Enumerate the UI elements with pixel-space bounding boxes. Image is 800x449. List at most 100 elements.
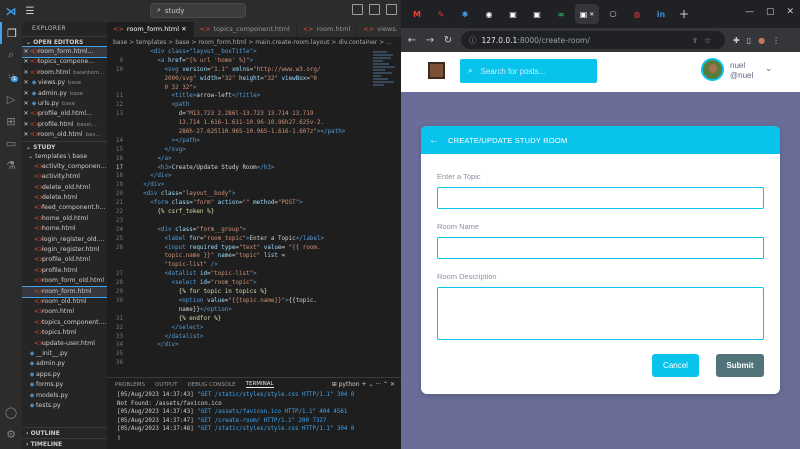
share-bookmark-icons[interactable]: ⇪☆ — [692, 36, 717, 45]
open-editor-item[interactable]: ✕ ◆ views.py base — [22, 78, 107, 88]
file-tree-item[interactable]: <> delete.html — [22, 193, 107, 203]
command-center-search[interactable]: ⌕ study — [150, 3, 246, 18]
manage-gear-icon[interactable]: ⚙ — [0, 423, 22, 445]
file-tree-item[interactable]: <> activity.html — [22, 172, 107, 182]
editor-tab[interactable]: <> room_form.html ✕ — [107, 22, 194, 37]
close-editor-icon[interactable]: ✕ — [22, 47, 30, 57]
open-editor-item[interactable]: ✕ ◆ urls.py base — [22, 99, 107, 109]
reading-list-icon[interactable]: ▯ — [747, 36, 751, 45]
file-tree-item[interactable]: <> topics_component.... — [22, 318, 107, 328]
file-tree-item[interactable]: <> home.html — [22, 224, 107, 234]
close-editor-icon[interactable]: ✕ — [22, 68, 30, 78]
editor-tab[interactable]: <> room.html — [296, 22, 358, 37]
browser-tab[interactable]: ▣ — [527, 4, 547, 24]
room-description-textarea[interactable] — [437, 287, 764, 340]
open-editors-header[interactable]: ⌄ OPEN EDITORS — [22, 36, 107, 47]
file-tree-item[interactable]: <> login_register.html — [22, 245, 107, 255]
search-view-icon[interactable]: ⌕ — [0, 44, 22, 66]
source-control-icon[interactable]: ⑂1 — [0, 66, 22, 88]
user-avatar[interactable] — [701, 58, 724, 81]
file-tree-item[interactable]: <> topics.html — [22, 328, 107, 338]
terminal-cursor[interactable]: ▯ — [107, 434, 401, 443]
testing-icon[interactable]: ⚗ — [0, 154, 22, 176]
file-tree-item[interactable]: <> activity_componen... — [22, 162, 107, 172]
user-menu[interactable]: nuel @nuel — [730, 61, 753, 81]
arrow-left-icon[interactable]: ← — [429, 135, 439, 146]
menu-icon[interactable]: ☰ — [22, 6, 38, 17]
project-header[interactable]: ⌄ STUDY — [22, 140, 107, 152]
file-tree-item[interactable]: <> feed_component.h... — [22, 203, 107, 213]
back-arrow-icon[interactable]: ← — [407, 35, 417, 46]
open-editor-item[interactable]: ✕ <> profile_old.html... — [22, 109, 107, 119]
browser-tab[interactable]: ⎔ — [603, 4, 623, 24]
browser-menu-icon[interactable]: ⋮ — [772, 36, 780, 45]
file-tree-item[interactable]: <> delete_old.html — [22, 183, 107, 193]
extensions-icon[interactable]: ⊞ — [0, 110, 22, 132]
file-tree-item[interactable]: <> login_register_old.... — [22, 235, 107, 245]
browser-tab[interactable]: ∞ — [551, 4, 571, 24]
close-editor-icon[interactable]: ✕ — [22, 120, 30, 130]
new-tab-icon[interactable]: + — [679, 7, 689, 21]
file-tree-item[interactable]: <> update-user.html — [22, 339, 107, 349]
accounts-icon[interactable]: ◯ — [0, 401, 22, 423]
remote-explorer-icon[interactable]: ▭ — [0, 132, 22, 154]
run-debug-icon[interactable]: ▷ — [0, 88, 22, 110]
site-logo[interactable] — [428, 62, 445, 79]
browser-tab[interactable]: in — [651, 4, 671, 24]
breadcrumb[interactable]: base > templates > base > room_form.html… — [107, 37, 401, 48]
explorer-icon[interactable]: ❐ — [0, 22, 22, 44]
browser-tab[interactable]: ▣ ✕ — [575, 4, 599, 24]
close-tab-icon[interactable]: ✕ — [589, 11, 594, 18]
reload-icon[interactable]: ↻ — [443, 35, 453, 46]
file-tree-item[interactable]: ◆ __init__.py — [22, 349, 107, 359]
open-editor-item[interactable]: ✕ <> room_old.html bas... — [22, 130, 107, 140]
submit-button[interactable]: Submit — [716, 354, 764, 377]
toggle-secondary-sidebar-icon[interactable] — [386, 4, 397, 15]
browser-tab[interactable]: ✱ — [455, 4, 475, 24]
terminal-output[interactable]: [05/Aug/2023 14:37:43] "GET /static/styl… — [107, 391, 401, 443]
extensions-puzzle-icon[interactable]: ✚ — [733, 36, 740, 45]
file-tree-item[interactable]: <> room_old.html — [22, 297, 107, 307]
profile-avatar-icon[interactable]: ● — [758, 36, 765, 45]
chevron-down-icon[interactable]: ⌄ — [765, 64, 773, 74]
file-tree-item[interactable]: <> profile_old.html — [22, 255, 107, 265]
file-tree-item[interactable]: ◆ tests.py — [22, 401, 107, 411]
editor-tab[interactable]: <> topics_component.html — [193, 22, 297, 37]
editor-tab[interactable]: <> views. — [357, 22, 401, 37]
close-editor-icon[interactable]: ✕ — [22, 130, 30, 140]
file-tree-item[interactable]: ◆ apps.py — [22, 370, 107, 380]
open-editor-item[interactable]: ✕ <> profile.html base\... — [22, 120, 107, 130]
terminal-tools[interactable]: ⊞ python + ⌄ ··· ⌃ ✕ — [332, 381, 401, 388]
post-search-bar[interactable]: ⌕ — [460, 59, 597, 83]
file-tree-item[interactable]: <> room_form.html — [22, 285, 107, 299]
open-editor-item[interactable]: ✕ ◆ admin.py base — [22, 89, 107, 99]
open-editor-item[interactable]: ✕ <> room.html base\tem... — [22, 68, 107, 78]
browser-tab[interactable]: ◍ — [627, 4, 647, 24]
templates-folder[interactable]: ⌄ templates \ base — [22, 152, 107, 162]
site-info-icon[interactable]: ⓘ — [469, 35, 477, 46]
cancel-button[interactable]: Cancel — [652, 354, 699, 377]
code-editor[interactable]: <> room_form.html ✕ <> topics_component.htm… — [107, 22, 401, 377]
code-area[interactable]: <div class="layout__boxTitle"> 9 <a href=… — [107, 48, 401, 368]
file-tree-item[interactable]: ◆ models.py — [22, 391, 107, 401]
file-tree-item[interactable]: <> room_form_old.html — [22, 276, 107, 286]
minimap[interactable] — [373, 50, 395, 120]
close-window-icon[interactable]: ✕ — [786, 7, 794, 17]
toggle-panel-icon[interactable] — [369, 4, 380, 15]
forward-arrow-icon[interactable]: → — [425, 35, 435, 46]
outline-header[interactable]: › OUTLINE — [22, 427, 107, 438]
browser-tab[interactable]: M — [407, 4, 427, 24]
close-editor-icon[interactable]: ✕ — [22, 57, 30, 67]
open-editor-item[interactable]: ✕ <> room_form.html... — [22, 45, 107, 59]
file-tree-item[interactable]: ◆ admin.py — [22, 359, 107, 369]
close-editor-icon[interactable]: ✕ — [22, 89, 30, 99]
close-editor-icon[interactable]: ✕ — [22, 109, 30, 119]
panel-tab-output[interactable]: OUTPUT — [155, 382, 177, 388]
panel-tab-debug-console[interactable]: DEBUG CONSOLE — [187, 382, 235, 388]
toggle-sidebar-icon[interactable] — [352, 4, 363, 15]
file-tree-item[interactable]: <> home_old.html — [22, 214, 107, 224]
minimize-icon[interactable]: — — [745, 7, 754, 17]
close-editor-icon[interactable]: ✕ — [22, 78, 30, 88]
file-tree-item[interactable]: <> profile.html — [22, 266, 107, 276]
file-tree-item[interactable]: ◆ forms.py — [22, 380, 107, 390]
